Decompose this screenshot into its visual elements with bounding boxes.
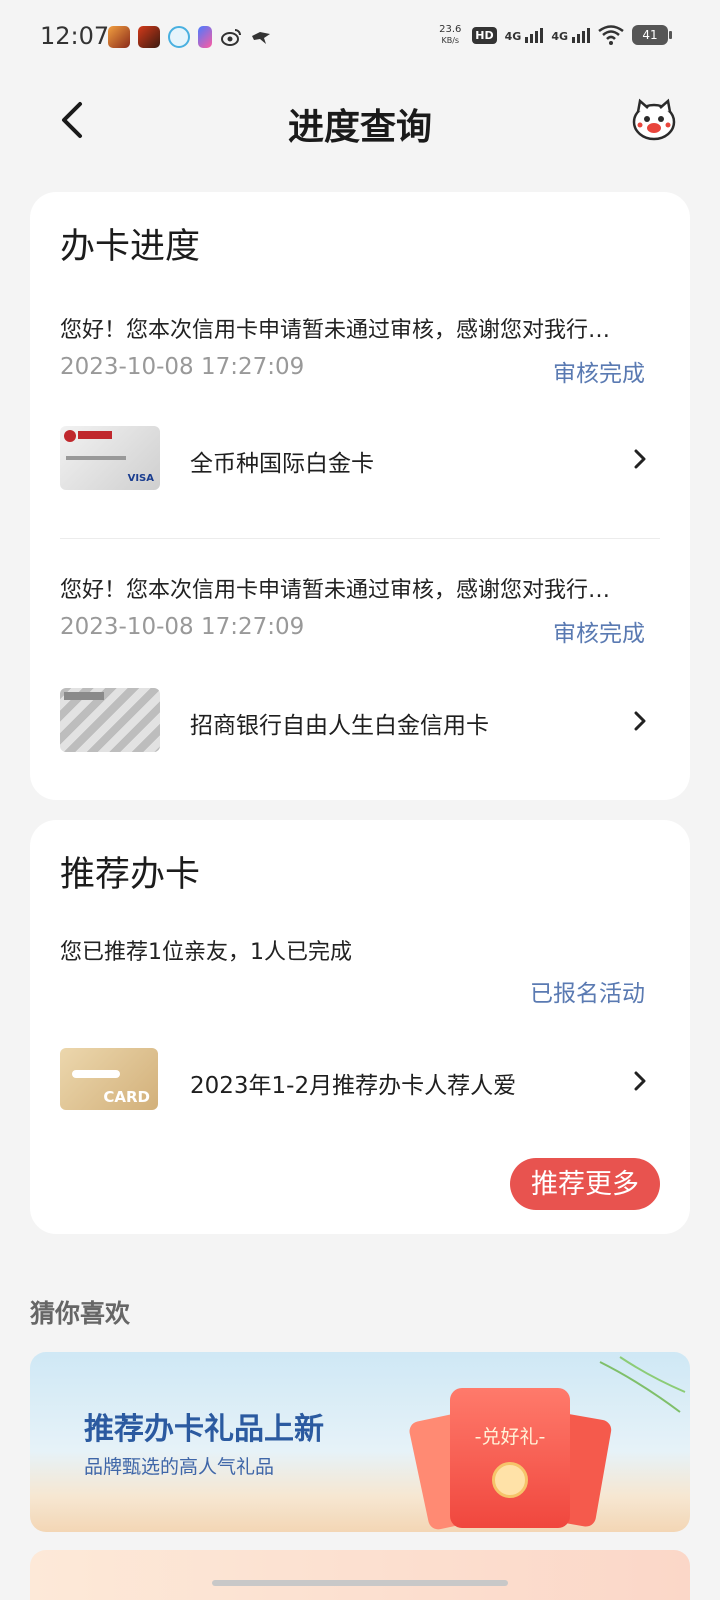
- card-name: 招商银行自由人生白金信用卡: [190, 713, 489, 739]
- hd-icon: HD: [472, 26, 497, 44]
- promo-banner[interactable]: 推荐办卡礼品上新 品牌甄选的高人气礼品 -兑好礼-: [30, 1352, 690, 1532]
- system-indicators: 23.6 KB/s HD 4G 4G 41: [436, 24, 672, 46]
- nav-bar: 进度查询: [0, 82, 720, 158]
- wifi-icon: [598, 25, 624, 45]
- activity-status: 已报名活动: [530, 981, 645, 1007]
- bird-icon: [252, 32, 270, 44]
- status-bar: 12:07 23.6 KB/s HD 4G 4G 41: [0, 0, 720, 72]
- card-row[interactable]: 招商银行自由人生白金信用卡: [30, 684, 690, 754]
- progress-status: 审核完成: [553, 621, 645, 647]
- recommend-summary: 您已推荐1位亲友，1人已完成: [60, 940, 352, 965]
- battery-icon: 41: [632, 25, 672, 45]
- card-name: 全币种国际白金卡: [190, 451, 374, 477]
- progress-datetime: 2023-10-08 17:27:09: [60, 354, 305, 380]
- game-app-icon: [108, 26, 130, 48]
- chevron-right-icon: [634, 449, 646, 469]
- activity-row[interactable]: CARD 2023年1-2月推荐办卡人荐人爱: [30, 1042, 690, 1118]
- home-indicator[interactable]: [212, 1580, 508, 1586]
- k-app-icon: [168, 26, 190, 48]
- banner-title: 推荐办卡礼品上新: [84, 1412, 324, 1447]
- willow-leaves-icon: [599, 1356, 686, 1413]
- coin-icon: [492, 1462, 528, 1498]
- bookmark-app-icon: [198, 26, 212, 48]
- card-icon-text: CARD: [103, 1088, 150, 1106]
- signal-2-icon: 4G: [551, 27, 590, 43]
- progress-message: 您好！您本次信用卡申请暂未通过审核，感谢您对我行…: [60, 318, 611, 343]
- progress-message: 您好！您本次信用卡申请暂未通过审核，感谢您对我行…: [60, 578, 611, 603]
- signal-1-icon: 4G: [504, 27, 544, 43]
- progress-title: 办卡进度: [60, 227, 201, 267]
- weibo-icon: [221, 29, 241, 46]
- net-speed-value: 23.6: [439, 24, 462, 35]
- game2-app-icon: [138, 26, 160, 48]
- activity-name: 2023年1-2月推荐办卡人荐人爱: [190, 1073, 517, 1099]
- net-speed-unit: KB/s: [441, 36, 460, 45]
- visa-card-thumbnail: VISA: [60, 426, 160, 490]
- notification-icons: [108, 26, 272, 48]
- progress-card: 办卡进度 您好！您本次信用卡申请暂未通过审核，感谢您对我行… 2023-10-0…: [30, 192, 690, 800]
- card-row[interactable]: VISA 全币种国际白金卡: [30, 422, 690, 492]
- progress-datetime: 2023-10-08 17:27:09: [60, 614, 305, 640]
- net-speed: 23.6 KB/s: [436, 24, 464, 46]
- status-time: 12:07: [40, 22, 110, 50]
- next-banner-peek: [30, 1550, 690, 1600]
- card-generic-icon: CARD: [60, 1048, 158, 1110]
- banner-subtitle: 品牌甄选的高人气礼品: [84, 1456, 275, 1478]
- divider: [60, 538, 660, 539]
- mascot-icon[interactable]: [630, 98, 678, 142]
- chevron-right-icon: [634, 1071, 646, 1091]
- recommend-card: 推荐办卡 您已推荐1位亲友，1人已完成 已报名活动 CARD 2023年1-2月…: [30, 820, 690, 1234]
- guess-title: 猜你喜欢: [30, 1299, 131, 1328]
- chevron-right-icon: [634, 711, 646, 731]
- recommend-title: 推荐办卡: [60, 855, 201, 895]
- banner-badge: -兑好礼-: [474, 1426, 546, 1448]
- recommend-more-button[interactable]: 推荐更多: [510, 1158, 660, 1210]
- page-title: 进度查询: [287, 107, 432, 148]
- signal-1-label: 4G: [504, 29, 522, 43]
- progress-status: 审核完成: [553, 361, 645, 387]
- red-envelope-icon: [450, 1388, 570, 1528]
- card-thumbnail: [60, 688, 160, 752]
- signal-2-label: 4G: [551, 29, 568, 43]
